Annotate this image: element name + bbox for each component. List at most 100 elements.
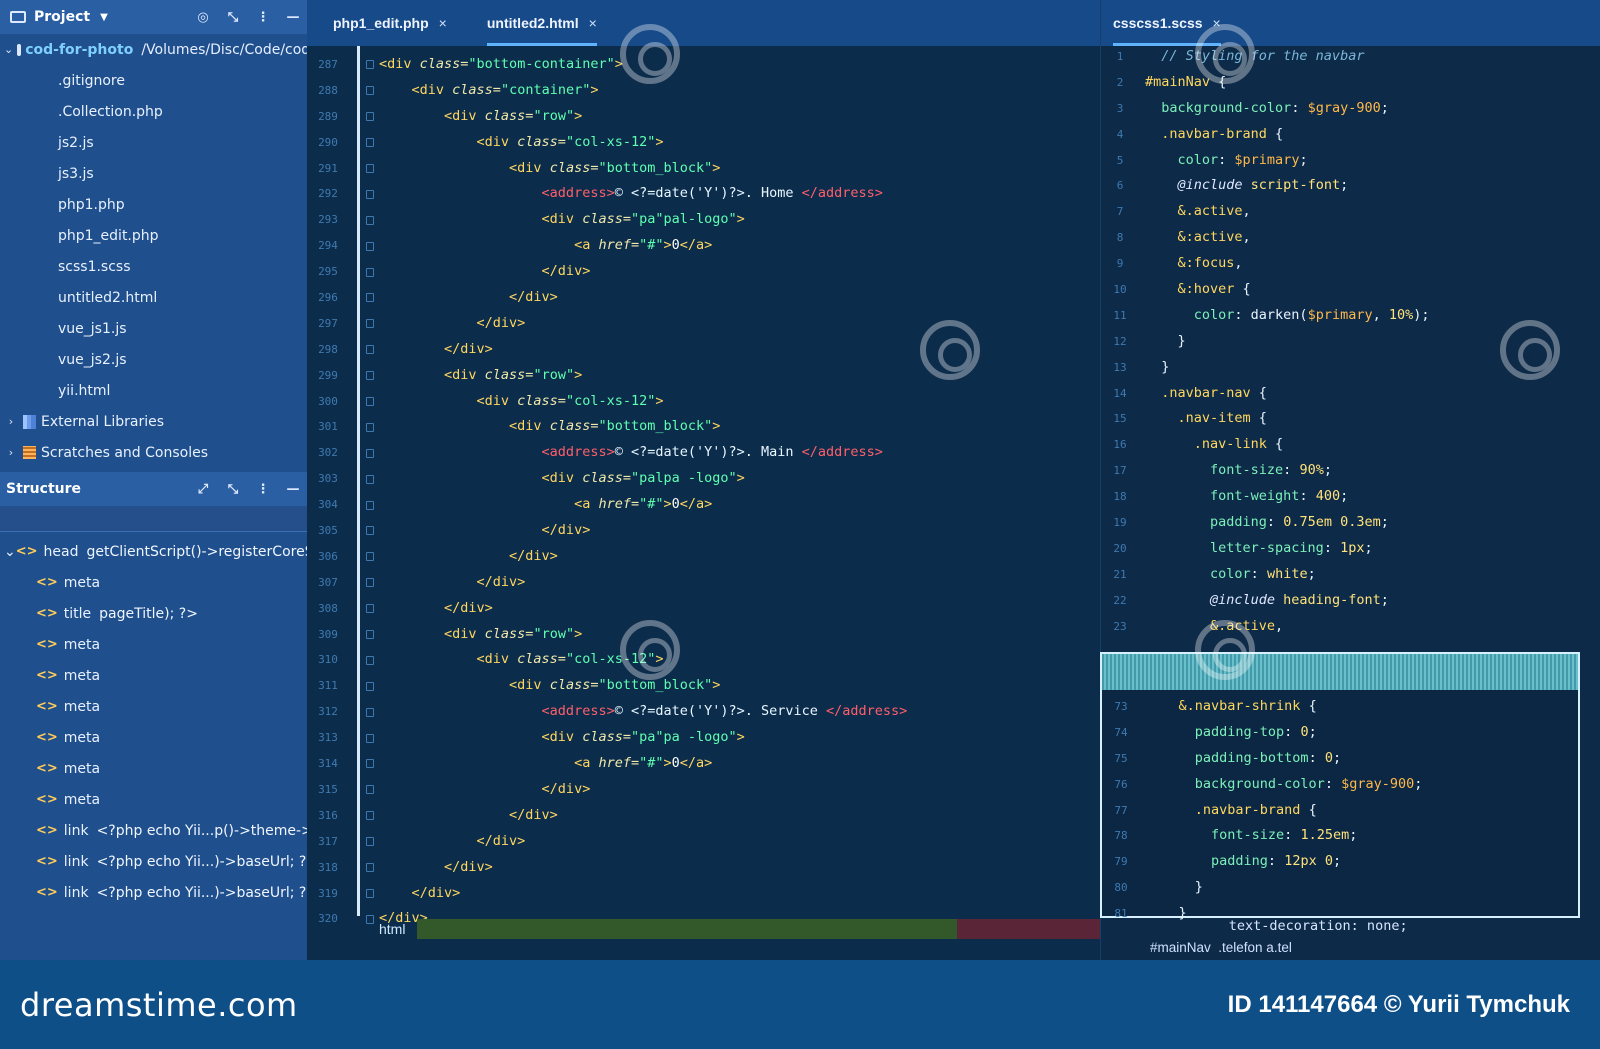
file-item[interactable]: js3.js	[0, 158, 307, 189]
fold-marker-icon[interactable]	[363, 181, 377, 207]
breadcrumb-html[interactable]: html	[379, 921, 405, 937]
fold-marker-icon[interactable]	[363, 440, 377, 466]
chevron-right-icon[interactable]: ›	[4, 415, 18, 428]
structure-item[interactable]: <> meta	[0, 567, 307, 598]
popup-code-lines[interactable]: &.navbar-shrink { padding-top: 0; paddin…	[1146, 694, 1423, 927]
fold-marker-icon[interactable]	[363, 855, 377, 881]
fold-marker-icon[interactable]	[363, 492, 377, 518]
code-token: href=	[598, 496, 640, 513]
chevron-down-icon[interactable]: ⌄	[4, 544, 16, 560]
project-root[interactable]: ⌄ cod-for-photo /Volumes/Disc/Code/cod	[0, 34, 307, 65]
fold-marker-icon[interactable]	[363, 544, 377, 570]
collapse-icon[interactable]: ⤡	[225, 9, 241, 25]
fold-marker-icon[interactable]	[363, 414, 377, 440]
fold-marker-icon[interactable]	[363, 803, 377, 829]
file-item[interactable]: php1.php	[0, 189, 307, 220]
fold-marker-icon[interactable]	[363, 52, 377, 78]
fold-marker-icon[interactable]	[363, 311, 377, 337]
fold-marker-icon[interactable]	[363, 777, 377, 803]
editor-tab[interactable]: untitled2.html ×	[486, 0, 597, 46]
file-item[interactable]: scss1.scss	[0, 251, 307, 282]
close-icon[interactable]: ×	[589, 15, 597, 31]
line-number: 288	[318, 83, 338, 97]
fold-marker-icon[interactable]	[363, 285, 377, 311]
structure-item[interactable]: <> meta	[0, 753, 307, 784]
scope-icon[interactable]: ◎	[195, 9, 211, 25]
tree-group-item[interactable]: › Scratches and Consoles	[0, 437, 307, 468]
file-item[interactable]: untitled2.html	[0, 282, 307, 313]
structure-item[interactable]: ⌄<> head getClientScript()->registerCoreSc…	[0, 536, 307, 567]
editor-tab[interactable]: php1_edit.php ×	[333, 0, 447, 46]
scss-code-lines[interactable]: // Styling for the navbar #mainNav { back…	[1145, 44, 1430, 639]
structure-item[interactable]: <> meta	[0, 722, 307, 753]
more-options-icon[interactable]: ⋮	[255, 481, 271, 497]
tree-group-item[interactable]: › External Libraries	[0, 406, 307, 437]
fold-marker-icon[interactable]	[363, 881, 377, 907]
chevron-right-icon[interactable]: ›	[4, 446, 18, 459]
chevron-down-icon[interactable]: ⌄	[4, 43, 13, 56]
fold-marker-icon[interactable]	[363, 673, 377, 699]
file-item[interactable]: vue_js2.js	[0, 344, 307, 375]
line-number: 292	[318, 187, 338, 201]
html-tag-icon: <>	[15, 544, 38, 559]
structure-item[interactable]: <> meta	[0, 629, 307, 660]
more-options-icon[interactable]: ⋮	[255, 9, 271, 25]
minimize-icon[interactable]: —	[285, 481, 301, 497]
collapse-icon[interactable]: ⤡	[225, 481, 241, 497]
code-line: <div class="pa"pal-logo">	[379, 207, 907, 233]
fold-marker-icon[interactable]	[363, 725, 377, 751]
code-lines[interactable]: <div class="bottom-container"> <div clas…	[379, 52, 907, 932]
fold-marker-icon[interactable]	[363, 104, 377, 130]
fold-marker-icon[interactable]	[363, 78, 377, 104]
fold-marker-icon[interactable]	[363, 363, 377, 389]
fold-marker-icon[interactable]	[363, 647, 377, 673]
fold-marker-icon[interactable]	[363, 389, 377, 415]
file-item[interactable]: vue_js1.js	[0, 313, 307, 344]
code-token: >	[736, 729, 745, 746]
close-icon[interactable]: ×	[439, 15, 447, 31]
project-panel-title[interactable]: Project ▼	[6, 9, 108, 25]
structure-item[interactable]: <> link <?php echo Yii...p()->theme->ba	[0, 815, 307, 846]
file-item[interactable]: yii.html	[0, 375, 307, 406]
structure-item[interactable]: <> link <?php echo Yii...)->baseUrl; ?>/c	[0, 877, 307, 908]
fold-marker-icon[interactable]	[363, 829, 377, 855]
fold-marker-icon[interactable]	[363, 130, 377, 156]
structure-tree: ⌄<>headgetClientScript()->registerCoreSc…	[0, 532, 307, 908]
structure-item[interactable]: <> meta	[0, 660, 307, 691]
line-number: 17	[1113, 464, 1127, 478]
fold-marker-icon[interactable]	[363, 207, 377, 233]
close-icon[interactable]: ×	[1213, 15, 1221, 31]
minimize-icon[interactable]: —	[285, 9, 301, 25]
structure-item[interactable]: <> title pageTitle); ?>	[0, 598, 307, 629]
fold-marker-icon[interactable]	[363, 518, 377, 544]
fold-marker-icon[interactable]	[363, 466, 377, 492]
project-tree: ⌄ cod-for-photo /Volumes/Disc/Code/cod .…	[0, 34, 307, 468]
code-token: white	[1266, 565, 1308, 582]
file-item[interactable]: .gitignore	[0, 65, 307, 96]
fold-marker-icon[interactable]	[363, 233, 377, 259]
code-line: <div class="bottom-container">	[379, 52, 907, 78]
file-item[interactable]: php1_edit.php	[0, 220, 307, 251]
fold-marker-icon[interactable]	[363, 259, 377, 285]
fold-marker-icon[interactable]	[363, 622, 377, 648]
fold-marker-icon[interactable]	[363, 337, 377, 363]
fold-marker-icon[interactable]	[363, 596, 377, 622]
chevron-down-icon[interactable]: ▼	[100, 12, 108, 23]
file-item[interactable]: .Collection.php	[0, 96, 307, 127]
fold-marker-icon[interactable]	[363, 699, 377, 725]
fold-marker-icon[interactable]	[363, 570, 377, 596]
structure-item[interactable]: <> link <?php echo Yii...)->baseUrl; ?>/c	[0, 846, 307, 877]
code-token: <a	[379, 237, 599, 254]
file-item[interactable]: js2.js	[0, 127, 307, 158]
editor-tab[interactable]: csscss1.scss ×	[1113, 0, 1221, 46]
expand-icon[interactable]: ⤢	[195, 481, 211, 497]
html-editor[interactable]: php1_edit.php × untitled2.html × 287 288 289 2…	[307, 0, 1100, 960]
code-line: </div>	[379, 570, 907, 596]
structure-item[interactable]: <> meta	[0, 691, 307, 722]
fold-marker-icon[interactable]	[363, 156, 377, 182]
structure-item[interactable]: <> meta	[0, 784, 307, 815]
file-name: php1_edit.php	[58, 227, 159, 244]
fold-marker-icon[interactable]	[363, 751, 377, 777]
code-peek-popup[interactable]: 73 74 75 76 77 78 79 80 81 &.navbar-shrink { pad…	[1100, 652, 1580, 921]
group-label: External Libraries	[41, 413, 164, 430]
